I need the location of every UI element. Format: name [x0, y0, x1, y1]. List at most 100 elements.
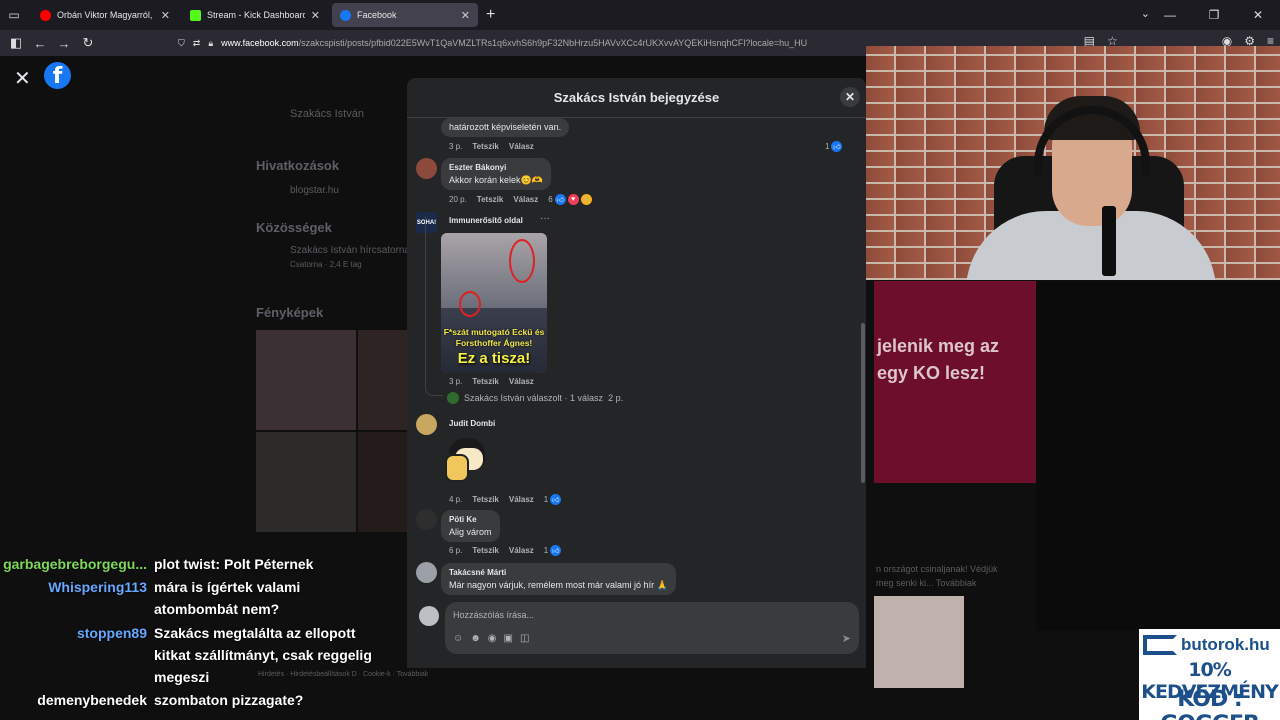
facebook-icon: [340, 9, 351, 21]
comment-author[interactable]: Eszter Bákonyi: [449, 162, 543, 174]
comment-time[interactable]: 6 p.: [449, 546, 462, 555]
reply-link[interactable]: Válasz: [513, 195, 538, 204]
emoji-icon[interactable]: ☻: [470, 633, 481, 644]
photo-thumb[interactable]: [256, 330, 356, 430]
more-options-icon[interactable]: ···: [540, 213, 550, 224]
close-tab-icon[interactable]: ✕: [311, 9, 320, 22]
modal-header: Szakács István bejegyzése ✕: [407, 78, 866, 118]
haha-reaction-icon: ☺: [580, 194, 592, 205]
avatar-sticker-icon[interactable]: ☺: [453, 633, 463, 644]
url-host: www.facebook.com: [221, 38, 299, 48]
avatar[interactable]: [416, 414, 437, 435]
reply-link[interactable]: Válasz: [509, 142, 534, 151]
sponsor-logo: butorok.hu: [1143, 631, 1276, 658]
avatar[interactable]: [416, 509, 437, 530]
chat-username: stoppen89: [76, 625, 147, 641]
sidebar-icon[interactable]: ◧: [4, 35, 28, 51]
modal-title: Szakács István bejegyzése: [553, 90, 720, 105]
back-icon[interactable]: ←: [28, 36, 52, 51]
scrollbar-thumb[interactable]: [861, 323, 865, 483]
overlay-line-1: jelenik meg az: [877, 336, 1000, 356]
close-tab-icon[interactable]: ✕: [161, 9, 170, 22]
close-tab-icon[interactable]: ✕: [461, 9, 470, 22]
maximize-icon[interactable]: ❐: [1192, 0, 1236, 30]
kick-icon: [190, 9, 201, 21]
photo-thumb[interactable]: [358, 432, 408, 532]
youtube-icon: [40, 9, 51, 21]
comment-time[interactable]: 3 p.: [449, 377, 462, 386]
comment-text: Alig várom: [449, 527, 492, 537]
comment-time[interactable]: 3 p.: [449, 142, 462, 151]
comment-text: határozott képviseletén van.: [449, 122, 562, 132]
reaction-number: 6: [548, 195, 553, 204]
reaction-count[interactable]: 1 👍︎: [543, 545, 562, 556]
reply-link[interactable]: Válasz: [509, 495, 534, 504]
gif-icon[interactable]: ▣: [503, 633, 512, 644]
reaction-count[interactable]: 1 👍︎: [825, 141, 843, 152]
tab-youtube[interactable]: Orbán Viktor Magyarról, Wáber ✕: [32, 3, 178, 27]
comment-time[interactable]: 20 p.: [449, 195, 467, 204]
reaction-number: 1: [543, 546, 549, 555]
chat-text: plot twist: Polt Péternek: [154, 556, 314, 572]
minimize-icon[interactable]: —: [1148, 0, 1192, 30]
comment-author[interactable]: Takácsné Márti: [449, 567, 668, 579]
link-item[interactable]: blogstar.hu: [290, 185, 339, 196]
photos-heading: Fényképek: [256, 305, 324, 320]
tab-title: Orbán Viktor Magyarról, Wáber: [57, 10, 155, 20]
permissions-icon[interactable]: ⇄: [193, 38, 201, 49]
tab-list-icon[interactable]: ▭: [0, 3, 28, 27]
camera-icon[interactable]: ◉: [488, 633, 497, 644]
screen: ▭ Orbán Viktor Magyarról, Wáber ✕ Stream…: [0, 0, 1280, 720]
chat-username: garbagebreborgegu...: [3, 556, 147, 572]
reply-link[interactable]: Válasz: [509, 377, 534, 386]
tab-facebook[interactable]: Facebook ✕: [332, 3, 478, 27]
facebook-logo-icon[interactable]: f: [44, 62, 71, 89]
like-link[interactable]: Tetszik: [472, 377, 499, 386]
view-replies[interactable]: Szakács István válaszolt · 1 válasz 2 p.: [447, 392, 623, 404]
avatar[interactable]: [416, 158, 437, 179]
close-modal-icon[interactable]: ✕: [840, 87, 860, 107]
like-link[interactable]: Tetszik: [472, 546, 499, 555]
photo-thumb[interactable]: [358, 330, 408, 430]
comment-input[interactable]: Hozzászólás írása... ☺ ☻ ◉ ▣ ◫ ➤: [445, 602, 859, 654]
comment-bubble: Pöti Ke Alig várom: [441, 510, 500, 542]
replied-text: Szakács István válaszolt · 1 válasz: [464, 393, 604, 403]
tab-title: Stream - Kick Dashboard: [207, 10, 305, 20]
send-icon[interactable]: ➤: [842, 632, 851, 645]
sticker-icon[interactable]: ◫: [520, 633, 529, 644]
close-icon[interactable]: ✕: [1236, 0, 1280, 30]
like-link[interactable]: Tetszik: [477, 195, 504, 204]
red-overlay-panel: jelenik meg az egy KO lesz!: [874, 281, 1036, 483]
overlay-text: jelenik meg az egy KO lesz!: [877, 333, 999, 387]
comment-image[interactable]: F*szát mutogató Eckü és Forsthoffer Ágne…: [441, 233, 547, 373]
tab-title: Facebook: [357, 10, 397, 20]
close-icon[interactable]: ✕: [14, 66, 31, 91]
chat-message: demenybenedek szombaton pizzagate?: [0, 689, 394, 711]
like-reaction-icon: 👍︎: [550, 494, 562, 505]
thumbs-up-sticker: [443, 434, 495, 486]
forward-icon[interactable]: →: [52, 36, 76, 51]
comment-time[interactable]: 4 p.: [449, 495, 462, 504]
post-modal: Szakács István bejegyzése ✕ határozott k…: [407, 78, 866, 668]
tab-kick[interactable]: Stream - Kick Dashboard ✕: [182, 3, 328, 27]
reaction-number: 1: [543, 495, 549, 504]
reply-link[interactable]: Válasz: [509, 546, 534, 555]
reaction-count[interactable]: 6 👍︎ ♥ ☺: [548, 194, 592, 205]
photo-thumb[interactable]: [256, 432, 356, 532]
chat-text: mára is ígértek valami atombombát nem?: [154, 579, 301, 617]
reaction-count[interactable]: 1 👍︎: [543, 494, 562, 505]
like-reaction-icon: 👍︎: [831, 141, 843, 152]
new-tab-button[interactable]: +: [478, 6, 503, 24]
community-name[interactable]: Szakács István hírcsatorna: [290, 245, 410, 256]
comment-author[interactable]: Judit Dombi: [449, 419, 495, 428]
comment-actions: 6 p. Tetszik Válasz 1 👍︎: [449, 545, 562, 556]
shield-icon[interactable]: ⛉: [178, 38, 185, 49]
like-link[interactable]: Tetszik: [472, 142, 499, 151]
comment-author[interactable]: Immunerősítő oldal: [449, 216, 523, 225]
community-meta: Csatorna · 2,4 E tag: [290, 260, 362, 269]
like-link[interactable]: Tetszik: [472, 495, 499, 504]
comment-author[interactable]: Pöti Ke: [449, 514, 492, 526]
post-preview-line: meg senki ki... Továbbiak: [876, 578, 977, 588]
lock-icon: 🔒︎: [208, 37, 214, 48]
reload-icon[interactable]: ↻: [76, 35, 100, 51]
